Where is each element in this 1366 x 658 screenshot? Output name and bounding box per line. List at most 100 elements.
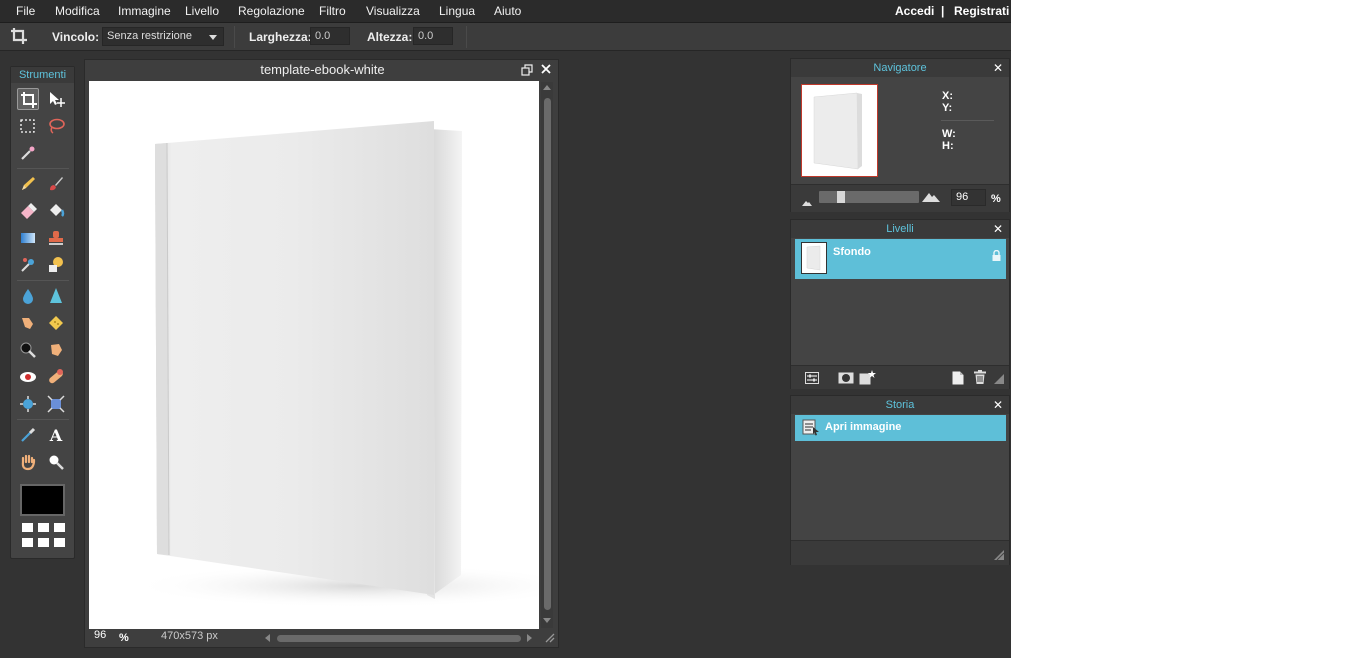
dodge-tool[interactable] (45, 339, 67, 361)
zoom-value[interactable]: 96 (94, 629, 106, 641)
lock-icon (992, 249, 1001, 264)
height-field[interactable]: 0.0 (413, 27, 453, 45)
history-panel: Storia ✕ Apri immagine (790, 395, 1010, 565)
resize-grip-icon[interactable] (994, 549, 1005, 563)
menu-separator: | (941, 4, 945, 18)
menu-aiuto[interactable]: Aiuto (494, 0, 521, 22)
smudge-finger-icon (22, 318, 33, 329)
sponge-tool[interactable] (45, 312, 67, 334)
history-footer (791, 540, 1009, 565)
drawing-tool[interactable] (45, 254, 67, 276)
toolbar-divider (234, 26, 235, 48)
burn-tool[interactable] (17, 339, 39, 361)
view-mode-button[interactable] (22, 523, 33, 532)
lasso-tool[interactable] (45, 115, 67, 137)
bloat-tool[interactable] (17, 393, 39, 415)
layers-toolbar (791, 365, 1009, 389)
zoom-tool[interactable] (45, 451, 67, 473)
login-link[interactable]: Accedi (895, 0, 934, 22)
menu-visualizza[interactable]: Visualizza (366, 0, 420, 22)
crop-tool[interactable] (17, 88, 39, 110)
layer-thumbnail (801, 242, 827, 274)
bucket-tool[interactable] (45, 200, 67, 222)
scroll-right-icon[interactable] (527, 634, 532, 642)
close-icon[interactable]: ✕ (993, 220, 1003, 238)
view-mode-button[interactable] (38, 523, 49, 532)
width-field[interactable]: 0.0 (310, 27, 350, 45)
resize-grip-icon[interactable] (545, 633, 555, 646)
menu-filtro[interactable]: Filtro (319, 0, 346, 22)
eyedropper-icon (21, 427, 36, 442)
view-mode-button[interactable] (38, 538, 49, 547)
horizontal-scroll-thumb[interactable] (277, 635, 521, 642)
view-mode-button[interactable] (54, 538, 65, 547)
navigator-zoom-input[interactable]: 96 (951, 189, 986, 206)
navigator-zoom-bar: 96 % (791, 184, 1009, 212)
close-icon[interactable]: ✕ (993, 59, 1003, 77)
constraint-select[interactable]: Senza restrizione (102, 27, 224, 46)
foreground-color-swatch[interactable] (20, 484, 65, 516)
close-icon[interactable]: ✕ (993, 396, 1003, 414)
vertical-scroll-thumb[interactable] (544, 98, 551, 610)
horizontal-scrollbar[interactable] (265, 632, 533, 644)
layer-styles-icon[interactable] (859, 369, 877, 388)
menu-livello[interactable]: Livello (185, 0, 219, 22)
menu-lingua[interactable]: Lingua (439, 0, 475, 22)
maximize-icon[interactable] (521, 64, 533, 79)
magic-wand-tool[interactable] (17, 142, 39, 164)
scroll-down-icon[interactable] (543, 618, 551, 623)
menu-regolazione[interactable]: Regolazione (238, 0, 305, 22)
hand-icon (21, 454, 36, 471)
resize-grip-icon[interactable] (994, 373, 1004, 387)
zoom-in-mountain-icon[interactable] (922, 191, 940, 205)
history-item[interactable]: Apri immagine (795, 415, 1006, 441)
trash-icon[interactable] (974, 370, 986, 387)
editor-app: File Modifica Immagine Livello Regolazio… (0, 0, 1011, 658)
history-item-label: Apri immagine (825, 421, 902, 433)
navigator-thumbnail[interactable] (801, 84, 878, 177)
view-mode-button[interactable] (54, 523, 65, 532)
gradient-tool[interactable] (17, 227, 39, 249)
move-tool[interactable] (45, 88, 67, 110)
y-label: Y: (942, 102, 953, 114)
text-tool[interactable]: A (45, 424, 67, 446)
layer-mask-icon[interactable] (838, 372, 854, 387)
layers-title: Livelli ✕ (791, 220, 1009, 238)
blur-tool[interactable] (17, 285, 39, 307)
menu-file[interactable]: File (16, 0, 35, 22)
zoom-out-mountain-icon[interactable] (802, 195, 812, 209)
sharpen-tool[interactable] (45, 285, 67, 307)
close-icon[interactable] (540, 63, 552, 78)
brush-tool[interactable] (45, 173, 67, 195)
scroll-up-icon[interactable] (543, 85, 551, 90)
register-link[interactable]: Registrati (954, 0, 1009, 22)
layer-row[interactable]: Sfondo (795, 239, 1006, 279)
menu-immagine[interactable]: Immagine (118, 0, 171, 22)
eraser-tool[interactable] (17, 200, 39, 222)
image-canvas[interactable] (89, 81, 539, 629)
zoom-unit: % (119, 632, 129, 644)
red-eye-tool[interactable] (17, 366, 39, 388)
marquee-tool[interactable] (17, 115, 39, 137)
color-picker-tool[interactable] (17, 424, 39, 446)
menu-modifica[interactable]: Modifica (55, 0, 100, 22)
scroll-left-icon[interactable] (265, 634, 270, 642)
view-mode-button[interactable] (22, 538, 33, 547)
smudge-tool[interactable] (17, 312, 39, 334)
clone-stamp-tool[interactable] (45, 227, 67, 249)
navigator-title: Navigatore ✕ (791, 59, 1009, 77)
spot-heal-tool[interactable] (45, 366, 67, 388)
zoom-slider-thumb[interactable] (837, 191, 845, 203)
pinch-tool[interactable] (45, 393, 67, 415)
navigator-preview-image (813, 92, 862, 170)
constraint-value: Senza restrizione (107, 30, 192, 42)
vertical-scrollbar[interactable] (541, 82, 553, 628)
crop-icon (21, 92, 37, 108)
new-layer-icon[interactable] (952, 371, 964, 388)
tool-divider (17, 280, 69, 281)
color-replace-tool[interactable] (17, 254, 39, 276)
zoom-slider[interactable] (819, 191, 919, 203)
layer-settings-icon[interactable] (805, 372, 819, 387)
pencil-tool[interactable] (17, 173, 39, 195)
hand-tool[interactable] (17, 451, 39, 473)
